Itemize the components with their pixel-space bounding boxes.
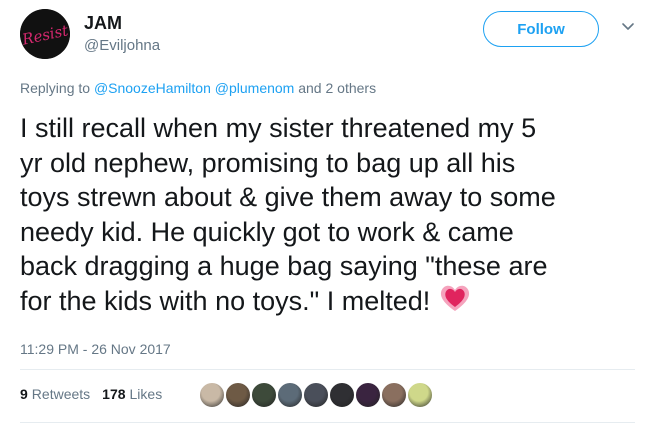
divider xyxy=(20,422,635,423)
mention-link-2[interactable]: @plumenom xyxy=(215,80,295,96)
liker-avatar[interactable] xyxy=(198,381,226,409)
tweet-stats: 9 Retweets 178 Likes xyxy=(20,386,174,402)
liker-avatar[interactable] xyxy=(328,381,356,409)
liker-avatar[interactable] xyxy=(224,381,252,409)
divider xyxy=(20,369,635,370)
avatar-image: Resist xyxy=(20,9,70,59)
tweet-line: needy kid. He quickly got to work & came xyxy=(20,216,514,247)
liker-avatar[interactable] xyxy=(406,381,434,409)
tweet-timestamp[interactable]: 11:29 PM - 26 Nov 2017 xyxy=(20,341,171,357)
liker-avatar[interactable] xyxy=(276,381,304,409)
tweet-text: I still recall when my sister threatened… xyxy=(20,111,640,319)
reply-prefix: Replying to xyxy=(20,80,91,96)
reply-context: Replying to @SnoozeHamilton @plumenom an… xyxy=(20,80,376,96)
user-avatar[interactable]: Resist xyxy=(20,9,70,59)
liker-avatar[interactable] xyxy=(354,381,382,409)
display-name[interactable]: JAM xyxy=(84,13,122,34)
likers-avatars xyxy=(198,381,434,409)
tweet-header: Resist JAM @Eviljohna Follow xyxy=(20,9,640,59)
heart-icon xyxy=(441,286,470,312)
likes-count: 178 xyxy=(102,386,126,402)
tweet-line: back dragging a huge bag saying "these a… xyxy=(20,251,548,281)
tweet-line: I still recall when my sister threatened… xyxy=(20,113,537,143)
chevron-down-icon[interactable] xyxy=(620,19,636,35)
reply-suffix[interactable]: and 2 others xyxy=(298,80,376,96)
follow-button[interactable]: Follow xyxy=(483,11,599,47)
user-handle[interactable]: @Eviljohna xyxy=(84,37,160,54)
mention-link-1[interactable]: @SnoozeHamilton xyxy=(94,80,211,96)
liker-avatar[interactable] xyxy=(302,381,330,409)
likes-stat[interactable]: 178 Likes xyxy=(102,386,162,402)
liker-avatar[interactable] xyxy=(250,381,278,409)
retweets-label: Retweets xyxy=(31,386,91,402)
tweet-line: yr old nephew, promising to bag up all h… xyxy=(20,147,516,178)
liker-avatar[interactable] xyxy=(380,381,408,409)
tweet-line: for the kids with no toys." I melted! xyxy=(20,285,431,316)
likes-label: Likes xyxy=(129,386,163,402)
tweet-line-last: for the kids with no toys." I melted! xyxy=(20,284,640,320)
tweet-line: toys strewn about & give them away to so… xyxy=(20,182,556,212)
retweets-stat[interactable]: 9 Retweets xyxy=(20,386,90,402)
retweets-count: 9 xyxy=(20,386,28,402)
